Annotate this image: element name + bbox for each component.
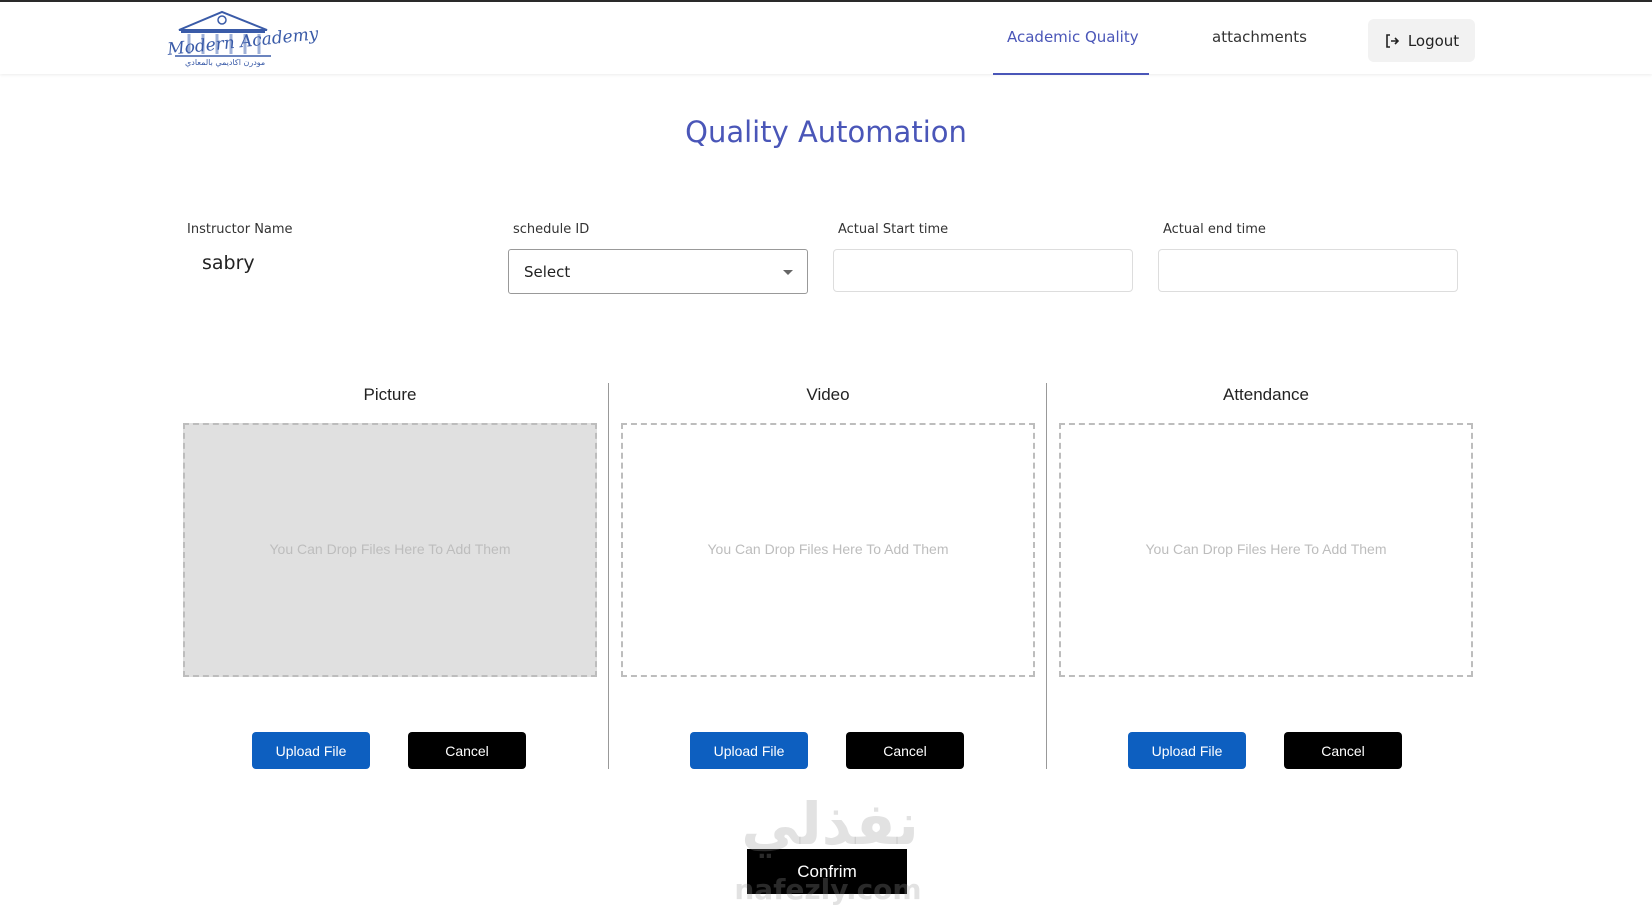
video-section-title: Video xyxy=(806,385,850,404)
video-upload-button[interactable]: Upload File xyxy=(690,732,808,769)
attendance-dropzone[interactable]: You Can Drop Files Here To Add Them xyxy=(1059,423,1473,677)
logo[interactable]: Modern Academy مودرن اكاديمي بالمعادي xyxy=(165,8,319,72)
picture-cancel-button[interactable]: Cancel xyxy=(408,732,526,769)
logo-subtext: مودرن اكاديمي بالمعادي xyxy=(185,58,266,67)
dropzone-hint: You Can Drop Files Here To Add Them xyxy=(1145,541,1387,557)
schedule-id-label: schedule ID xyxy=(513,222,590,237)
navbar: Modern Academy مودرن اكاديمي بالمعادي Ac… xyxy=(0,2,1652,75)
watermark-logo: نفذلي xyxy=(741,790,919,858)
instructor-name-value: sabry xyxy=(202,252,255,274)
nav-link-academic-quality[interactable]: Academic Quality xyxy=(1007,28,1139,46)
end-time-input[interactable] xyxy=(1158,249,1458,292)
start-time-label: Actual Start time xyxy=(838,222,949,237)
chevron-down-icon xyxy=(783,270,793,275)
logout-icon xyxy=(1386,33,1399,48)
schedule-id-selected-value: Select xyxy=(524,263,571,281)
nav-link-attachments[interactable]: attachments xyxy=(1212,28,1307,46)
picture-dropzone[interactable]: You Can Drop Files Here To Add Them xyxy=(183,423,597,677)
picture-section-title: Picture xyxy=(363,385,417,404)
dropzone-hint: You Can Drop Files Here To Add Them xyxy=(707,541,949,557)
watermark-text: nafezly.com xyxy=(734,873,922,906)
page-title: Quality Automation xyxy=(685,115,967,149)
active-nav-indicator xyxy=(993,73,1149,75)
column-divider xyxy=(608,383,609,769)
attendance-upload-button[interactable]: Upload File xyxy=(1128,732,1246,769)
video-dropzone[interactable]: You Can Drop Files Here To Add Them xyxy=(621,423,1035,677)
picture-upload-button[interactable]: Upload File xyxy=(252,732,370,769)
attendance-cancel-button[interactable]: Cancel xyxy=(1284,732,1402,769)
start-time-input[interactable] xyxy=(833,249,1133,292)
video-cancel-button[interactable]: Cancel xyxy=(846,732,964,769)
attendance-section-title: Attendance xyxy=(1222,385,1309,404)
logout-button[interactable]: Logout xyxy=(1368,19,1475,62)
dropzone-hint: You Can Drop Files Here To Add Them xyxy=(269,541,511,557)
logout-label: Logout xyxy=(1407,31,1460,50)
column-divider xyxy=(1046,383,1047,769)
end-time-label: Actual end time xyxy=(1163,222,1266,237)
instructor-name-label: Instructor Name xyxy=(187,222,293,237)
schedule-id-select[interactable]: Select xyxy=(508,249,808,294)
